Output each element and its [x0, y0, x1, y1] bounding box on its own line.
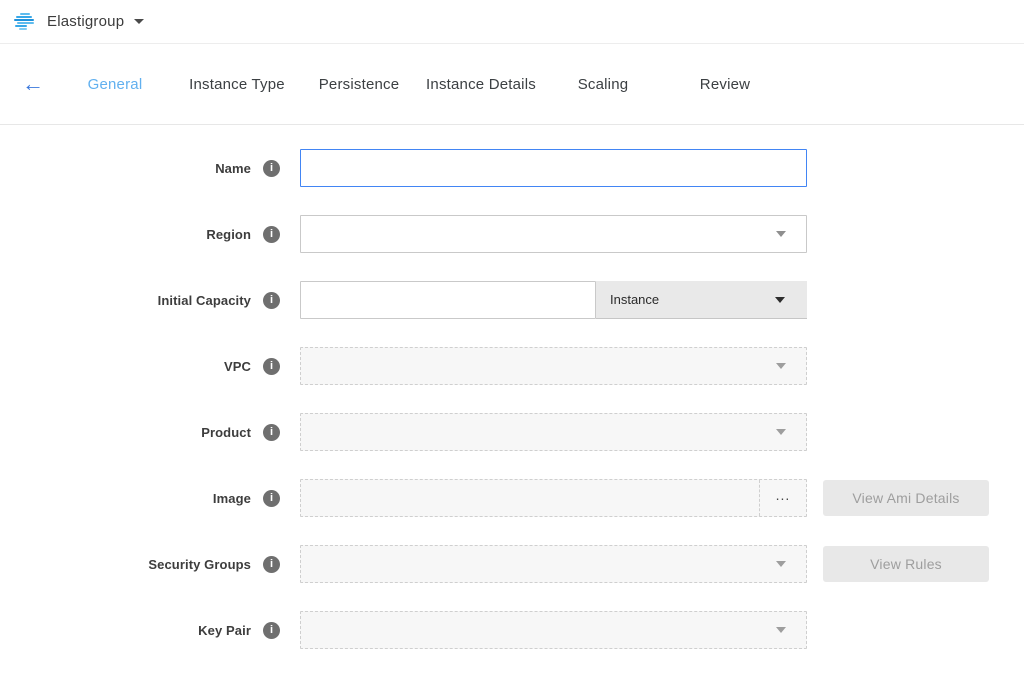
image-value [301, 480, 759, 516]
initial-capacity-label: Initial Capacity [0, 293, 251, 308]
info-icon[interactable]: i [263, 556, 280, 573]
field-row-vpc: VPC i [0, 347, 1024, 385]
initial-capacity-input[interactable] [300, 281, 596, 319]
image-picker[interactable]: ... [300, 479, 807, 517]
app-bar: Elastigroup [0, 0, 1024, 44]
region-select[interactable] [300, 215, 807, 253]
wizard-tabs: General Instance Type Persistence Instan… [54, 76, 786, 93]
chevron-down-icon [776, 627, 786, 633]
wizard-tab-bar: ← General Instance Type Persistence Inst… [0, 44, 1024, 125]
chevron-down-icon [776, 363, 786, 369]
field-row-name: Name i [0, 149, 1024, 187]
info-icon[interactable]: i [263, 622, 280, 639]
tab-review[interactable]: Review [664, 76, 786, 93]
chevron-down-icon [776, 231, 786, 237]
name-input[interactable] [300, 149, 807, 187]
key-pair-select[interactable] [300, 611, 807, 649]
info-icon[interactable]: i [263, 292, 280, 309]
image-label: Image [0, 491, 251, 506]
chevron-down-icon [775, 297, 785, 303]
view-rules-button[interactable]: View Rules [823, 546, 989, 582]
info-icon[interactable]: i [263, 358, 280, 375]
browse-ami-button[interactable]: ... [759, 480, 806, 516]
info-icon[interactable]: i [263, 424, 280, 441]
elastigroup-logo-icon [14, 13, 38, 31]
general-settings-form: Name i Region i Initial Capacity i Insta… [0, 125, 1024, 649]
product-select[interactable] [300, 413, 807, 451]
app-title: Elastigroup [47, 13, 124, 30]
product-label: Product [0, 425, 251, 440]
field-row-initial-capacity: Initial Capacity i Instance [0, 281, 1024, 319]
field-row-key-pair: Key Pair i [0, 611, 1024, 649]
field-row-region: Region i [0, 215, 1024, 253]
name-label: Name [0, 161, 251, 176]
info-icon[interactable]: i [263, 226, 280, 243]
capacity-unit-select[interactable]: Instance [596, 281, 807, 319]
chevron-down-icon [134, 19, 144, 24]
vpc-select[interactable] [300, 347, 807, 385]
info-icon[interactable]: i [263, 490, 280, 507]
security-groups-label: Security Groups [0, 557, 251, 572]
tab-scaling[interactable]: Scaling [542, 76, 664, 93]
view-ami-details-button[interactable]: View Ami Details [823, 480, 989, 516]
chevron-down-icon [776, 561, 786, 567]
tab-general[interactable]: General [54, 76, 176, 93]
field-row-security-groups: Security Groups i View Rules [0, 545, 1024, 583]
key-pair-label: Key Pair [0, 623, 251, 638]
field-row-product: Product i [0, 413, 1024, 451]
chevron-down-icon [776, 429, 786, 435]
capacity-unit-value: Instance [610, 292, 659, 307]
field-row-image: Image i ... View Ami Details [0, 479, 1024, 517]
region-label: Region [0, 227, 251, 242]
tab-persistence[interactable]: Persistence [298, 76, 420, 93]
back-button[interactable]: ← [22, 73, 44, 95]
info-icon[interactable]: i [263, 160, 280, 177]
tab-instance-details[interactable]: Instance Details [420, 76, 542, 93]
security-groups-select[interactable] [300, 545, 807, 583]
product-switcher[interactable]: Elastigroup [47, 13, 144, 30]
vpc-label: VPC [0, 359, 251, 374]
tab-instance-type[interactable]: Instance Type [176, 76, 298, 93]
